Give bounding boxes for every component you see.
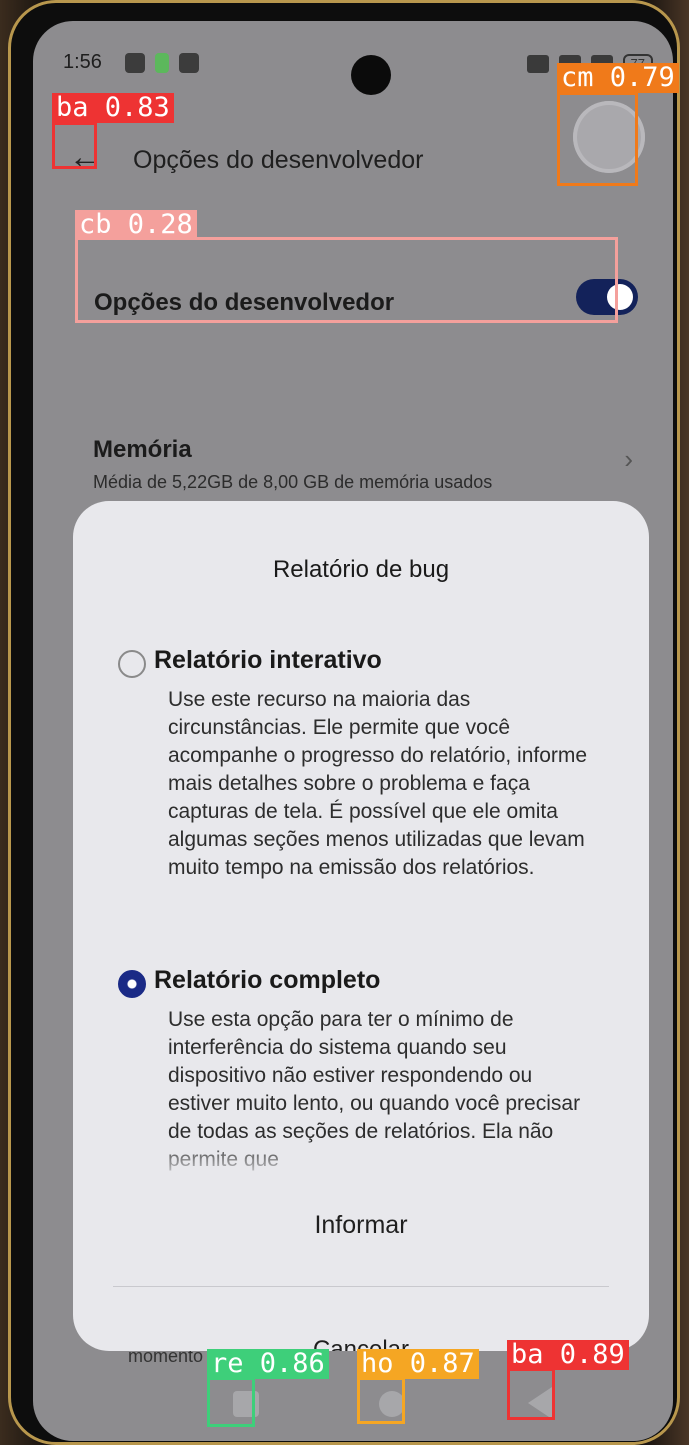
option-title: Relatório interativo [154, 646, 382, 674]
radio-interactive[interactable] [118, 650, 146, 678]
camera-cutout [351, 55, 391, 95]
divider [113, 1286, 609, 1287]
bug-report-dialog: Relatório de bug Relatório interativo Us… [73, 501, 649, 1351]
nfc-icon [526, 54, 549, 73]
detection-label: re 0.86 [207, 1349, 329, 1379]
dialog-title: Relatório de bug [272, 556, 450, 583]
memory-row[interactable]: Memória Média de 5,22GB de 8,00 GB de me… [93, 436, 633, 493]
detection-label: ba 0.83 [52, 93, 174, 123]
sim-icon [155, 53, 169, 73]
detection-box-toggle-row [75, 237, 618, 323]
radio-full[interactable] [118, 970, 146, 998]
inform-button[interactable]: Informar [73, 1211, 649, 1240]
option-title: Relatório completo [154, 966, 381, 994]
detection-box-back-nav [507, 1368, 555, 1420]
detection-box-home [357, 1377, 405, 1424]
scroll-fade [73, 1141, 649, 1181]
detection-box-recent [207, 1377, 255, 1427]
option-description: Use este recurso na maioria das circunst… [168, 688, 588, 879]
notification-icon [179, 53, 199, 73]
status-icons-left [125, 53, 199, 73]
navigation-bar [33, 1371, 673, 1441]
chevron-right-icon: › [624, 444, 633, 474]
memory-title: Memória [93, 436, 192, 463]
detection-label: ba 0.89 [507, 1340, 629, 1370]
status-time: 1:56 [63, 51, 102, 73]
detection-label: cb 0.28 [75, 210, 197, 240]
detection-label: cm 0.79 [557, 63, 679, 93]
vpn-icon [125, 53, 145, 73]
detection-label: ho 0.87 [357, 1349, 479, 1379]
detection-box-assist [557, 92, 638, 186]
detection-box-back [52, 122, 97, 169]
page-title: Opções do desenvolvedor [133, 146, 424, 174]
memory-subtitle: Média de 5,22GB de 8,00 GB de memória us… [93, 472, 493, 492]
